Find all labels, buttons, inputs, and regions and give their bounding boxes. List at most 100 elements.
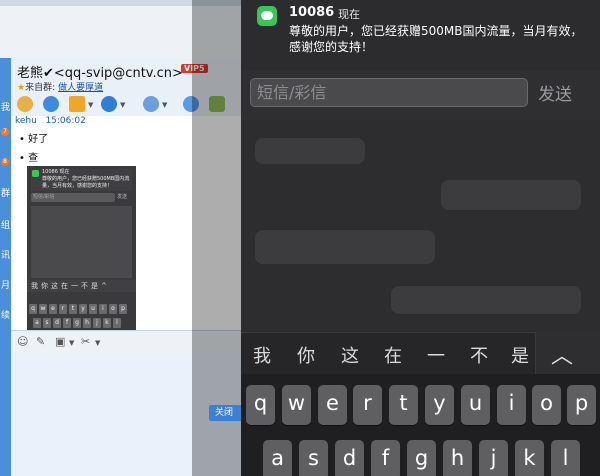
key-j[interactable]: j (479, 440, 508, 476)
edit-icon[interactable]: ✎ (36, 335, 45, 348)
compose-bar: 短信/彩信 发送 (241, 70, 600, 120)
screenshot-thumbnail[interactable]: 10086 现在 尊敬的用户，您已经获赠500MB国内流量，当月有效，感谢您的支… (27, 166, 136, 330)
thumb-key: a (33, 318, 41, 328)
folder-icon[interactable] (69, 96, 85, 112)
message-text: 查 (28, 153, 39, 164)
thumb-key: s (43, 318, 51, 328)
sidebar-item[interactable]: 组 (0, 218, 11, 231)
thumb-input: 短信/彩信 (31, 193, 115, 202)
chat-message: • 查 (19, 153, 39, 164)
send-button[interactable]: 发送 (538, 80, 572, 105)
star-icon: ★ (17, 83, 26, 93)
key-a[interactable]: a (263, 440, 292, 476)
blurred-bubble (255, 230, 435, 264)
from-group-label: 来自群: (25, 83, 56, 93)
notification-sender: 10086 (289, 5, 335, 20)
chevron-down-icon[interactable]: ▼ (69, 339, 74, 347)
voice-icon[interactable] (17, 96, 33, 112)
share-screen-icon[interactable] (101, 96, 117, 112)
key-w[interactable]: w (282, 385, 311, 425)
thumb-key: k (103, 318, 111, 328)
key-p[interactable]: p (567, 385, 596, 425)
notification-body: 尊敬的用户，您已经获赠500MB国内流量，当月有效，感谢您的支持！ (289, 24, 583, 54)
conversation-sidebar: 我 7 8 群 组 讯 月 续 (0, 58, 11, 476)
message-icon (257, 6, 277, 26)
candidate-word[interactable]: 不 (470, 342, 488, 368)
key-s[interactable]: s (299, 440, 328, 476)
candidate-word[interactable]: 是 (511, 342, 529, 368)
phone-screen: 10086 现在 尊敬的用户，您已经获赠500MB国内流量，当月有效，感谢您的支… (241, 0, 600, 476)
expand-candidates-button[interactable]: ︿ (535, 332, 600, 374)
thumb-key: d (53, 318, 61, 328)
video-icon[interactable] (43, 96, 59, 112)
candidate-word[interactable]: 你 (297, 342, 315, 368)
sms-input[interactable]: 短信/彩信 (250, 78, 528, 107)
blurred-conversation (241, 120, 600, 332)
close-button[interactable]: 关闭 (209, 405, 241, 421)
thumb-notification: 10086 现在 尊敬的用户，您已经获赠500MB国内流量，当月有效，感谢您的支… (31, 169, 132, 191)
blurred-bubble (255, 138, 365, 164)
key-o[interactable]: o (532, 385, 561, 425)
sidebar-item[interactable]: 讯 (0, 248, 11, 261)
thumb-key: g (73, 318, 81, 328)
key-u[interactable]: u (461, 385, 490, 425)
sidebar-item[interactable]: 月 (0, 278, 11, 291)
thumb-key-row: asdfghjkl (33, 309, 136, 328)
thumb-notif-text: 尊敬的用户，您已经获赠500MB国内流量，当月有效，感谢您的支持！ (42, 176, 130, 189)
candidate-word[interactable]: 我 (253, 342, 271, 368)
thumb-key: f (63, 318, 71, 328)
key-r[interactable]: r (353, 385, 382, 425)
sms-notification[interactable]: 10086 现在 尊敬的用户，您已经获赠500MB国内流量，当月有效，感谢您的支… (241, 0, 600, 70)
thumb-key: l (113, 318, 121, 328)
sidebar-item[interactable]: 续 (0, 308, 11, 321)
key-g[interactable]: g (407, 440, 436, 476)
image-icon[interactable]: ▣ (55, 335, 65, 348)
emoji-icon[interactable]: ☺ (17, 335, 28, 348)
key-l[interactable]: l (551, 440, 580, 476)
candidate-word[interactable]: 一 (427, 342, 445, 368)
key-h[interactable]: h (443, 440, 472, 476)
thumb-send: 发送 (117, 194, 128, 200)
thumb-blurred-thread (31, 206, 132, 278)
thumb-key: j (93, 318, 101, 328)
sidebar-item[interactable]: 群 (0, 186, 11, 199)
key-d[interactable]: d (335, 440, 364, 476)
group-link[interactable]: 做人要厚道 (58, 83, 103, 93)
keyboard: q w e r t y u i o p a s d f g h j k l (241, 374, 600, 476)
chevron-down-icon[interactable]: ▼ (162, 101, 167, 109)
thumb-notif-title: 10086 现在 (42, 169, 70, 175)
chat-message: • 好了 (19, 134, 49, 145)
sender-name: kehu (15, 116, 37, 126)
key-k[interactable]: k (515, 440, 544, 476)
key-y[interactable]: y (425, 385, 454, 425)
chat-window: 我 7 8 群 组 讯 月 续 老熊✔<qq-svip@cntv.cn> VIP… (0, 0, 241, 476)
message-icon (32, 170, 39, 177)
blurred-bubble (441, 180, 581, 210)
message-meta: kehu 15:06:02 (15, 116, 86, 126)
candidate-word[interactable]: 这 (341, 342, 359, 368)
contact-name: 老熊✔<qq-svip@cntv.cn> (17, 66, 183, 81)
key-q[interactable]: q (246, 385, 275, 425)
chevron-up-icon: ︿ (551, 344, 574, 369)
chevron-down-icon[interactable]: ▼ (95, 339, 100, 347)
unread-badge: 7 (1, 128, 9, 136)
notification-time: 现在 (338, 8, 360, 21)
unread-badge: 8 (1, 158, 9, 166)
key-i[interactable]: i (497, 385, 526, 425)
chevron-down-icon[interactable]: ▼ (120, 101, 125, 109)
thumb-key: h (83, 318, 91, 328)
key-t[interactable]: t (389, 385, 418, 425)
candidate-word[interactable]: 在 (384, 342, 402, 368)
thumb-key-row: qwertyuiop (29, 295, 136, 314)
chevron-down-icon[interactable]: ▼ (88, 101, 93, 109)
thumb-suggestions: 我你这在一不是^ (27, 280, 136, 292)
sent-time: 15:06:02 (45, 116, 86, 126)
remote-assist-icon[interactable] (143, 96, 159, 112)
blurred-bubble (391, 286, 581, 314)
key-f[interactable]: f (371, 440, 400, 476)
from-group: ★来自群: 做人要厚道 (17, 80, 103, 93)
sidebar-item[interactable]: 我 (0, 100, 11, 113)
scissors-icon[interactable]: ✂ (81, 335, 90, 348)
key-e[interactable]: e (318, 385, 347, 425)
message-text: 好了 (28, 134, 49, 145)
